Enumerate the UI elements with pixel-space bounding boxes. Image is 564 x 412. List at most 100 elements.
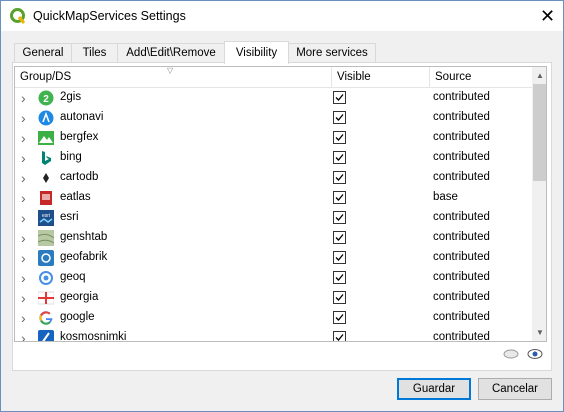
table-header: Group/DS Visible Source ▽ — [15, 67, 532, 88]
row-name: bergfex — [60, 131, 99, 143]
google-icon — [39, 311, 53, 325]
scroll-thumb[interactable] — [533, 84, 546, 181]
scroll-up-arrow-icon[interactable]: ▲ — [532, 67, 546, 84]
eatlas-icon — [40, 191, 52, 205]
row-name: geoq — [60, 271, 86, 283]
row-name: esri — [60, 211, 79, 223]
row-name: geofabrik — [60, 251, 108, 263]
expand-chevron-icon[interactable]: › — [21, 330, 33, 341]
bing-icon — [42, 151, 51, 165]
tab-label: General — [22, 47, 64, 59]
expand-chevron-icon[interactable]: › — [21, 270, 33, 286]
table-row[interactable]: › bing contributed — [15, 148, 532, 168]
visible-checkbox[interactable] — [333, 291, 346, 304]
table-row[interactable]: › 2 2gis contributed — [15, 88, 532, 108]
tab-more-services[interactable]: More services — [288, 43, 376, 62]
scroll-down-arrow-icon[interactable]: ▼ — [532, 324, 546, 341]
table-row[interactable]: › google contributed — [15, 308, 532, 328]
row-source: contributed — [433, 111, 490, 123]
tab-tiles[interactable]: Tiles — [71, 43, 118, 62]
hide-all-eye-icon[interactable] — [503, 349, 519, 359]
table-row[interactable]: › kosmosnimki contributed — [15, 328, 532, 342]
visible-checkbox[interactable] — [333, 251, 346, 264]
row-source: contributed — [433, 151, 490, 163]
geofabrik-icon — [38, 250, 54, 266]
tab-label: More services — [296, 47, 368, 59]
geoq-icon — [39, 271, 53, 285]
row-name: eatlas — [60, 191, 91, 203]
table-row[interactable]: › autonavi contributed — [15, 108, 532, 128]
table-body: › 2 2gis contributed › autonavi contributed › be… — [15, 88, 532, 342]
visible-checkbox[interactable] — [333, 191, 346, 204]
tab-general[interactable]: General — [14, 43, 72, 62]
row-name: autonavi — [60, 111, 104, 123]
visible-checkbox[interactable] — [333, 311, 346, 324]
row-name: google — [60, 311, 95, 323]
close-icon: ✕ — [539, 6, 556, 26]
table-row[interactable]: › eatlas base — [15, 188, 532, 208]
row-source: contributed — [433, 171, 490, 183]
expand-chevron-icon[interactable]: › — [21, 110, 33, 126]
bergfex-icon — [38, 131, 54, 145]
expand-chevron-icon[interactable]: › — [21, 190, 33, 206]
column-header-source[interactable]: Source — [430, 67, 530, 87]
visible-checkbox[interactable] — [333, 171, 346, 184]
expand-chevron-icon[interactable]: › — [21, 230, 33, 246]
table-row[interactable]: › bergfex contributed — [15, 128, 532, 148]
sort-indicator-icon: ▽ — [167, 66, 174, 75]
expand-chevron-icon[interactable]: › — [21, 130, 33, 146]
cancel-button[interactable]: Cancelar — [478, 378, 552, 400]
georgia-icon — [38, 291, 54, 305]
row-name: bing — [60, 151, 82, 163]
cartodb-icon — [43, 173, 49, 183]
2gis-icon: 2 — [38, 90, 54, 106]
expand-chevron-icon[interactable]: › — [21, 310, 33, 326]
title-bar: QuickMapServices Settings ✕ — [1, 1, 563, 31]
table-row[interactable]: › geoq contributed — [15, 268, 532, 288]
expand-chevron-icon[interactable]: › — [21, 150, 33, 166]
table-row[interactable]: › esri esri contributed — [15, 208, 532, 228]
visible-checkbox[interactable] — [333, 331, 346, 341]
svg-text:esri: esri — [42, 213, 50, 219]
row-source: contributed — [433, 271, 490, 283]
row-name: genshtab — [60, 231, 108, 243]
window-title: QuickMapServices Settings — [33, 9, 186, 23]
row-source: contributed — [433, 231, 490, 243]
save-button[interactable]: Guardar — [397, 378, 471, 400]
row-name: cartodb — [60, 171, 99, 183]
tab-label: Visibility — [235, 47, 278, 59]
table-row[interactable]: › cartodb contributed — [15, 168, 532, 188]
visible-checkbox[interactable] — [333, 131, 346, 144]
row-source: contributed — [433, 131, 490, 143]
autonavi-icon — [38, 110, 54, 126]
tab-visibility[interactable]: Visibility — [224, 41, 289, 64]
visible-checkbox[interactable] — [333, 151, 346, 164]
tab-label: Tiles — [82, 47, 107, 59]
genshtab-icon — [38, 230, 54, 246]
close-button[interactable]: ✕ — [531, 2, 564, 31]
tab-add-edit-remove[interactable]: Add\Edit\Remove — [117, 43, 225, 62]
expand-chevron-icon[interactable]: › — [21, 170, 33, 186]
qgis-logo-icon — [10, 8, 26, 24]
table-row[interactable]: › georgia contributed — [15, 288, 532, 308]
table-row[interactable]: › geofabrik contributed — [15, 248, 532, 268]
row-name: georgia — [60, 291, 99, 303]
expand-chevron-icon[interactable]: › — [21, 210, 33, 226]
expand-chevron-icon[interactable]: › — [21, 250, 33, 266]
row-source: contributed — [433, 331, 490, 342]
visible-checkbox[interactable] — [333, 231, 346, 244]
column-header-visible[interactable]: Visible — [332, 67, 430, 87]
visible-checkbox[interactable] — [333, 91, 346, 104]
visible-checkbox[interactable] — [333, 211, 346, 224]
row-source: contributed — [433, 291, 490, 303]
visible-checkbox[interactable] — [333, 271, 346, 284]
data-source-tree[interactable]: Group/DS Visible Source ▽ › 2 2gis contribu… — [14, 66, 547, 342]
expand-chevron-icon[interactable]: › — [21, 290, 33, 306]
show-all-eye-icon[interactable] — [527, 348, 543, 360]
tab-label: Add\Edit\Remove — [126, 47, 216, 59]
svg-text:2: 2 — [43, 94, 49, 105]
visible-checkbox[interactable] — [333, 111, 346, 124]
vertical-scrollbar[interactable]: ▲ ▼ — [532, 67, 546, 341]
expand-chevron-icon[interactable]: › — [21, 90, 33, 106]
table-row[interactable]: › genshtab contributed — [15, 228, 532, 248]
